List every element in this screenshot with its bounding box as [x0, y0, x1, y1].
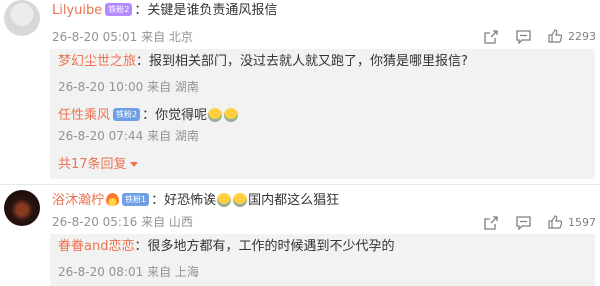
fan-badge[interactable]: 铁粉2	[105, 3, 133, 16]
like-button[interactable]: 1597	[548, 215, 596, 229]
comment-location: 山西	[168, 215, 193, 229]
share-button[interactable]	[484, 216, 498, 230]
crying-emoji	[217, 192, 232, 207]
comment-username[interactable]: Lilyuibe	[52, 3, 102, 18]
share-icon	[484, 216, 498, 230]
fan-badge[interactable]: 铁粉1	[122, 193, 150, 206]
crying-emoji	[233, 192, 248, 207]
reply-text: ：报到相关部门，没过去就人就又跑了，你猜是哪里报信?	[136, 54, 468, 69]
like-icon	[548, 215, 562, 229]
reply-location: 湖南	[174, 80, 199, 94]
comment-username[interactable]: 浴沐瀚柠	[52, 193, 104, 208]
reply-username[interactable]: 眷眷and恋恋	[58, 239, 134, 254]
comment-from: 来自	[141, 30, 166, 44]
comment-text: 国内都这么猖狂	[248, 193, 340, 208]
reply-location: 上海	[174, 265, 199, 279]
comment-location: 北京	[168, 30, 193, 44]
crying-laughing-emoji	[208, 107, 223, 122]
comment-time: 26-8-20 05:01	[52, 30, 138, 44]
reply-time: 26-8-20 08:01	[58, 265, 144, 279]
like-count: 2293	[568, 29, 596, 43]
comment-from: 来自	[141, 215, 166, 229]
comment-text: ：关键是谁负责通风报信	[134, 3, 278, 18]
more-replies-link[interactable]: 共17条回复	[58, 156, 138, 174]
reply-username[interactable]: 任性乘风	[58, 108, 110, 123]
comment-header: Lilyuibe 铁粉2 ：关键是谁负责通风报信	[52, 2, 277, 20]
comment-meta: 26-8-20 05:16 来自 山西	[52, 213, 193, 231]
comment-icon	[516, 30, 531, 44]
reply-meta: 26-8-20 08:01 来自 上海	[58, 263, 199, 281]
reply-text: ：你觉得呢	[142, 108, 208, 123]
reply-from: 来自	[147, 80, 172, 94]
like-icon	[548, 29, 562, 43]
crying-laughing-emoji	[224, 107, 239, 122]
reply-meta: 26-8-20 07:44 来自 湖南	[58, 127, 199, 145]
comment-meta: 26-8-20 05:01 来自 北京	[52, 28, 193, 46]
comment-icon	[516, 216, 531, 230]
flame-icon	[106, 193, 120, 206]
comment-header: 浴沐瀚柠 铁粉1 ：好恐怖诶 国内都这么猖狂	[52, 192, 339, 210]
reply-time: 26-8-20 07:44	[58, 129, 144, 143]
more-replies-label: 共17条回复	[58, 157, 127, 172]
reply-item: 任性乘风 铁粉2 ：你觉得呢	[58, 107, 239, 125]
reply-text: ：很多地方都有，工作的时候遇到不少代孕的	[134, 239, 395, 254]
like-button[interactable]: 2293	[548, 29, 596, 43]
fan-badge[interactable]: 铁粉2	[113, 108, 141, 121]
comment-button[interactable]	[516, 30, 531, 44]
reply-location: 湖南	[174, 129, 199, 143]
reply-item: 梦幻尘世之旅：报到相关部门，没过去就人就又跑了，你猜是哪里报信?	[58, 53, 468, 71]
avatar[interactable]	[4, 0, 40, 36]
share-icon	[484, 30, 498, 44]
reply-time: 26-8-20 10:00	[58, 80, 144, 94]
reply-username[interactable]: 梦幻尘世之旅	[58, 54, 136, 69]
reply-item: 眷眷and恋恋：很多地方都有，工作的时候遇到不少代孕的	[58, 238, 394, 256]
reply-from: 来自	[147, 265, 172, 279]
comment-time: 26-8-20 05:16	[52, 215, 138, 229]
comment-button[interactable]	[516, 216, 531, 230]
chevron-down-icon	[129, 162, 138, 167]
divider	[0, 184, 600, 185]
comment-text: ：好恐怖诶	[151, 193, 217, 208]
reply-from: 来自	[147, 129, 172, 143]
like-count: 1597	[568, 215, 596, 229]
avatar[interactable]	[4, 190, 40, 226]
share-button[interactable]	[484, 30, 498, 44]
reply-meta: 26-8-20 10:00 来自 湖南	[58, 78, 199, 96]
